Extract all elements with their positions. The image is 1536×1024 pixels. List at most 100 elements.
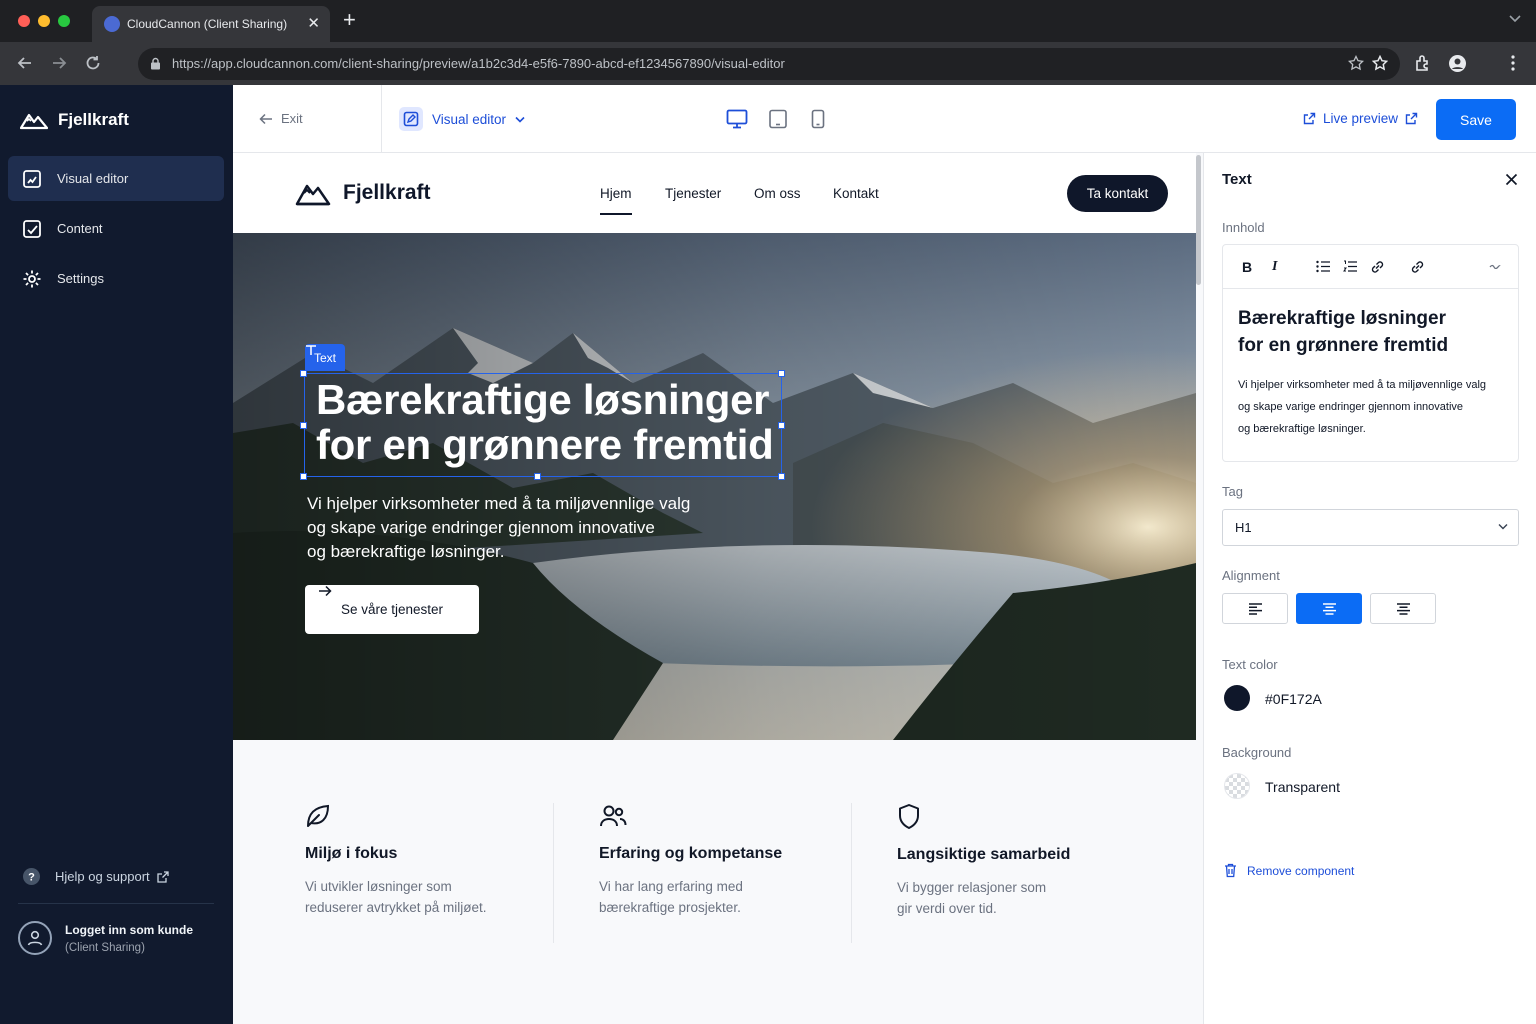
unlink-icon[interactable] [1410, 260, 1425, 274]
resize-handle[interactable] [534, 473, 541, 480]
editor-paragraph: Vi hjelper virksomheter med å ta miljøve… [1238, 374, 1513, 440]
tab-title: CloudCannon (Client Sharing) [127, 17, 288, 31]
more-options-icon[interactable] [1489, 264, 1501, 269]
italic-icon[interactable]: I [1272, 259, 1277, 275]
desktop-icon[interactable] [726, 109, 748, 129]
services-button[interactable]: Se våre tjenester [305, 585, 479, 634]
tablet-icon[interactable] [768, 109, 788, 129]
mountain-logo-icon [295, 184, 331, 206]
site-brand-name: Fjellkraft [343, 181, 431, 204]
editor-mode-dropdown[interactable]: Visual editor [399, 107, 525, 131]
close-tab-icon[interactable]: ✕ [307, 14, 320, 32]
content-icon [23, 219, 41, 238]
sidebar-item-settings[interactable]: Settings [8, 256, 224, 301]
site-nav-kontakt[interactable]: Kontakt [833, 186, 879, 201]
lock-icon [151, 57, 160, 70]
feature-card: Erfaring og kompetanse Vi har lang erfar… [599, 803, 859, 918]
extensions-icon[interactable] [1414, 54, 1432, 72]
feature-divider [851, 803, 852, 943]
text-color-label: Text color [1222, 657, 1278, 672]
align-right-button[interactable] [1370, 593, 1436, 624]
reading-list-star-icon[interactable] [1372, 55, 1388, 71]
resize-handle[interactable] [778, 422, 785, 429]
align-center-icon [1322, 602, 1336, 615]
new-tab-button[interactable]: + [343, 9, 356, 31]
align-left-button[interactable] [1222, 593, 1288, 624]
site-logo[interactable]: Fjellkraft [295, 179, 431, 207]
logged-in-user: Logget inn som kunde (Client Sharing) [18, 921, 193, 955]
site-nav-tjenester[interactable]: Tjenester [665, 186, 721, 201]
app-sidebar: Fjellkraft Visual editor Content Setting… [0, 85, 233, 1024]
mobile-icon[interactable] [811, 109, 825, 129]
bookmark-star-icon[interactable] [1348, 55, 1364, 71]
chrome-menu-icon[interactable] [1506, 54, 1520, 72]
gear-icon [23, 270, 41, 287]
shield-icon [899, 804, 919, 829]
browser-tab[interactable]: CloudCannon (Client Sharing) ✕ [92, 6, 330, 42]
editor-mode-label: Visual editor [432, 111, 507, 127]
sidebar-item-content[interactable]: Content [8, 206, 224, 251]
user-icon [27, 930, 43, 946]
text-color-swatch[interactable] [1224, 685, 1250, 711]
contact-cta-button[interactable]: Ta kontakt [1067, 175, 1168, 212]
minimize-window-button[interactable] [38, 15, 50, 27]
numbered-list-icon[interactable] [1343, 260, 1357, 273]
bold-icon[interactable]: B [1242, 259, 1252, 275]
resize-handle[interactable] [778, 370, 785, 377]
sidebar-brand[interactable]: Fjellkraft [20, 107, 129, 133]
text-color-value[interactable]: #0F172A [1265, 691, 1322, 707]
address-bar[interactable]: https://app.cloudcannon.com/client-shari… [138, 48, 1400, 80]
canvas-scrollbar[interactable] [1196, 155, 1201, 285]
services-button-label: Se våre tjenester [340, 602, 444, 617]
resize-handle[interactable] [300, 370, 307, 377]
hero-heading[interactable]: Bærekraftige løsninger for en grønnere f… [316, 377, 774, 468]
resize-handle[interactable] [300, 422, 307, 429]
close-icon[interactable] [1505, 173, 1518, 186]
help-support-link[interactable]: ? Hjelp og support [22, 867, 169, 886]
alignment-label: Alignment [1222, 568, 1280, 583]
bullet-list-icon[interactable] [1316, 260, 1330, 273]
remove-component-button[interactable]: Remove component [1224, 863, 1354, 878]
save-button[interactable]: Save [1436, 99, 1516, 140]
reload-icon[interactable] [84, 54, 102, 72]
feature-text: Vi har lang erfaring med bærekraftige pro… [599, 879, 743, 915]
tab-search-icon[interactable] [1508, 12, 1522, 26]
background-value[interactable]: Transparent [1265, 779, 1340, 795]
profile-icon[interactable] [1448, 54, 1467, 73]
close-window-button[interactable] [18, 15, 30, 27]
background-swatch[interactable] [1224, 773, 1250, 799]
tag-select[interactable]: H1 [1222, 509, 1519, 546]
selected-component-tag[interactable]: Text [305, 344, 346, 371]
browser-toolbar: https://app.cloudcannon.com/client-shari… [0, 42, 1536, 85]
rich-text-editor[interactable]: B I Bærekraftige løsninger for en grønne… [1222, 244, 1519, 462]
hero-heading-line: for en grønnere fremtid [316, 421, 774, 468]
live-preview-link[interactable]: Live preview [1303, 111, 1418, 126]
external-link-icon [157, 870, 169, 883]
exit-button[interactable]: Exit [259, 111, 303, 126]
site-nav-hjem[interactable]: Hjem [600, 186, 632, 215]
site-nav-om-oss[interactable]: Om oss [754, 186, 801, 201]
back-icon[interactable] [16, 54, 34, 72]
resize-handle[interactable] [300, 473, 307, 480]
forward-icon[interactable] [50, 54, 68, 72]
feature-divider [553, 803, 554, 943]
align-left-icon [1248, 602, 1262, 615]
live-preview-label: Live preview [1323, 111, 1399, 126]
device-switcher [726, 109, 825, 129]
editor-paragraph-line: og skape varige endringer gjennom innova… [1238, 401, 1464, 413]
background-label: Background [1222, 745, 1292, 760]
link-icon[interactable] [1370, 260, 1385, 274]
maximize-window-button[interactable] [58, 15, 70, 27]
editor-heading-line: Bærekraftige løsninger [1238, 308, 1446, 329]
align-center-button[interactable] [1296, 593, 1362, 624]
sidebar-item-label: Visual editor [57, 171, 129, 186]
hero-section: Text Bærekraftige løsninger for en grønn… [233, 233, 1196, 740]
sidebar-item-visual-editor[interactable]: Visual editor [8, 156, 224, 201]
resize-handle[interactable] [778, 473, 785, 480]
visual-editor-icon [23, 169, 41, 188]
feature-card: Miljø i fokus Vi utvikler løsninger som r… [305, 803, 565, 918]
hero-subtitle-line: og skape varige endringer gjennom innova… [307, 518, 655, 537]
mountain-logo-icon [20, 113, 48, 130]
arrow-left-icon [259, 113, 272, 124]
feature-card: Langsiktige samarbeid Vi bygger relasjon… [897, 803, 1157, 919]
